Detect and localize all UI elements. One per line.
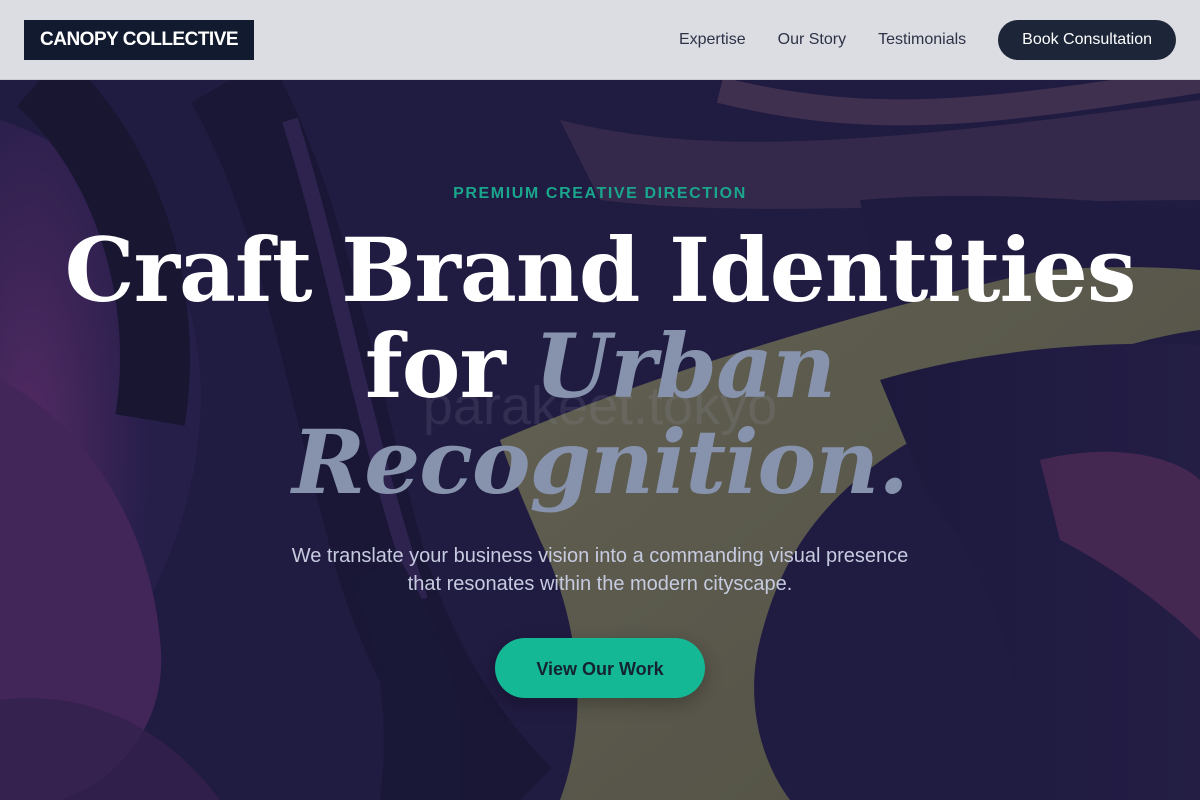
landing-page: CANOPY COLLECTIVE Expertise Our Story Te…: [0, 0, 1200, 800]
hero-subtitle: We translate your business vision into a…: [250, 542, 950, 598]
nav-link-testimonials[interactable]: Testimonials: [878, 20, 966, 60]
subtitle-line-2: that resonates within the modern citysca…: [407, 573, 793, 595]
brand-logo[interactable]: CANOPY COLLECTIVE: [24, 20, 255, 60]
hero-headline: Craft Brand Identities for Urban Recogni…: [0, 222, 1200, 510]
nav-link-our-story[interactable]: Our Story: [778, 20, 846, 60]
headline-line-2: for Urban: [0, 318, 1200, 414]
headline-accent-urban: Urban: [534, 314, 836, 418]
view-our-work-button[interactable]: View Our Work: [495, 638, 705, 698]
hero-section: PREMIUM CREATIVE DIRECTION parakeet.toky…: [0, 80, 1200, 800]
subtitle-line-1: We translate your business vision into a…: [291, 545, 909, 567]
headline-accent-recognition: Recognition.: [292, 410, 909, 514]
site-header: CANOPY COLLECTIVE Expertise Our Story Te…: [0, 0, 1200, 80]
main-nav: Expertise Our Story Testimonials Book Co…: [679, 20, 1176, 60]
nav-link-expertise[interactable]: Expertise: [679, 20, 746, 60]
headline-line-1: Craft Brand Identities: [64, 218, 1137, 322]
headline-for: for: [364, 314, 535, 418]
hero-eyebrow: PREMIUM CREATIVE DIRECTION: [453, 185, 747, 202]
book-consultation-button[interactable]: Book Consultation: [998, 20, 1176, 60]
